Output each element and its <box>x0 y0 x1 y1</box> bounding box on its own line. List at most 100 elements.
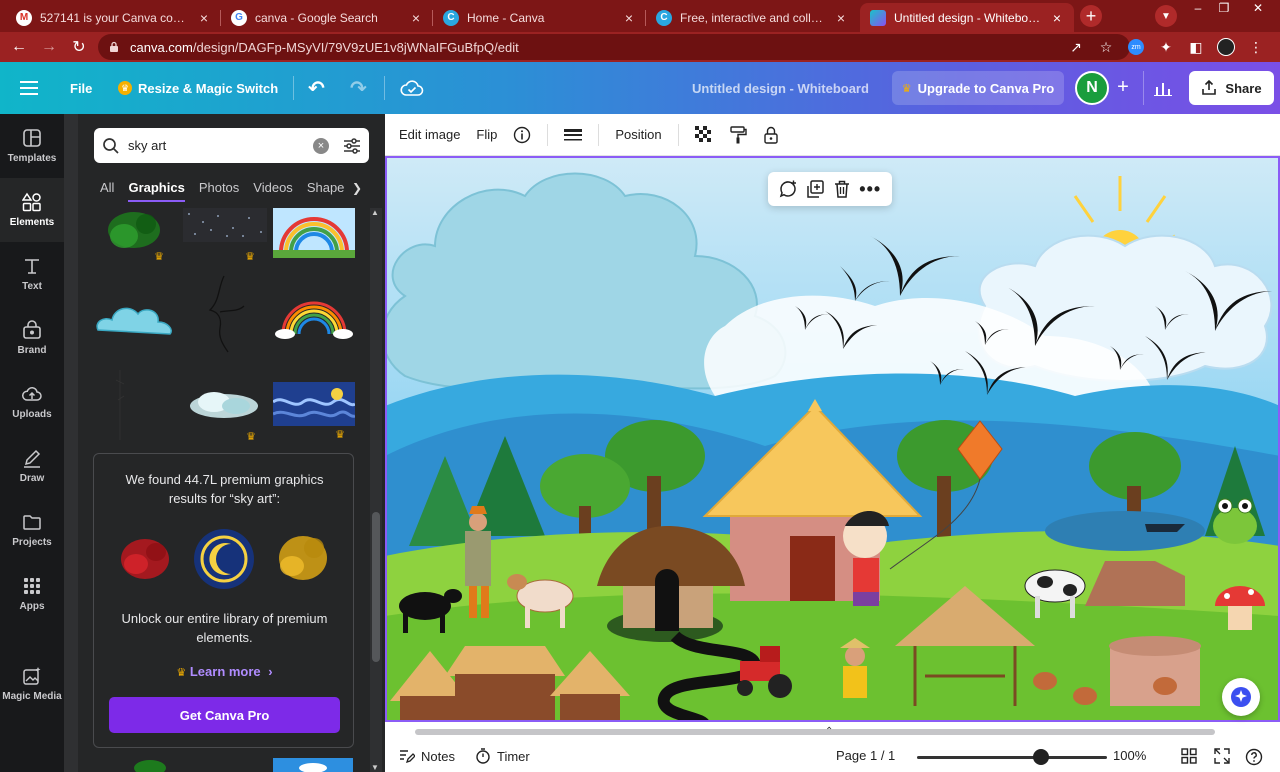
magic-assistant-button[interactable] <box>1222 678 1260 716</box>
position-button[interactable]: Position <box>615 127 661 142</box>
share-button[interactable]: Share <box>1189 71 1274 105</box>
zoom-slider-track[interactable] <box>917 756 1107 759</box>
rail-item-magic-media[interactable]: Magic Media <box>0 652 64 716</box>
rail-item-uploads[interactable]: Uploads <box>0 370 64 434</box>
edit-image-button[interactable]: Edit image <box>399 127 460 142</box>
tab-all[interactable]: All <box>100 180 114 202</box>
chevron-up-icon[interactable]: ⌃ <box>825 726 833 737</box>
window-close-icon[interactable]: ✕ <box>1244 0 1272 18</box>
insights-chart-icon[interactable] <box>1143 71 1181 105</box>
graphic-blue-cloud[interactable] <box>94 290 174 354</box>
learn-more-link[interactable]: ♛ Learn more › <box>94 664 355 679</box>
chevron-right-icon[interactable]: ❯ <box>352 181 362 195</box>
tab-photos[interactable]: Photos <box>199 180 239 202</box>
copy-style-paint-roller-icon[interactable] <box>729 125 747 144</box>
rail-item-text[interactable]: Text <box>0 242 64 306</box>
premium-moon-preview[interactable] <box>191 526 257 592</box>
zoom-level[interactable]: 100% <box>1113 748 1146 763</box>
tab-graphics[interactable]: Graphics <box>128 180 185 202</box>
reload-icon[interactable]: ↻ <box>64 32 94 62</box>
site-info-icon[interactable] <box>108 41 120 53</box>
graphic-mist-cloud[interactable]: ♛ <box>184 380 264 444</box>
graphic-bird-sketch[interactable] <box>198 272 278 353</box>
tab-shapes[interactable]: Shape <box>307 180 345 202</box>
close-icon[interactable]: × <box>197 10 211 26</box>
comment-add-icon[interactable] <box>779 180 797 198</box>
graphic-rainbow-clouds[interactable] <box>273 290 353 354</box>
undo-icon[interactable]: ↶ <box>308 74 325 102</box>
close-icon[interactable]: × <box>834 10 848 26</box>
panel-scroll-thumb[interactable] <box>372 512 380 662</box>
info-icon[interactable] <box>513 126 531 144</box>
design-canvas[interactable] <box>385 156 1280 722</box>
page-indicator[interactable]: Page 1 / 1 <box>836 748 895 763</box>
close-icon[interactable]: × <box>1050 10 1064 26</box>
extensions-puzzle-icon[interactable]: ✦ <box>1156 37 1176 57</box>
browser-tab-gmail[interactable]: M 527141 is your Canva code - real × <box>6 3 221 32</box>
file-menu-button[interactable]: File <box>70 74 92 102</box>
lock-icon[interactable] <box>763 126 779 144</box>
resize-magic-switch-button[interactable]: ♛ Resize & Magic Switch <box>118 74 278 102</box>
redo-icon[interactable]: ↷ <box>350 74 367 102</box>
forward-icon[interactable]: → <box>34 32 64 62</box>
rail-item-apps[interactable]: Apps <box>0 562 64 626</box>
restore-icon[interactable]: ❐ <box>1210 0 1238 18</box>
graphic-sky-peek[interactable] <box>273 758 353 772</box>
cloud-saved-icon[interactable] <box>400 74 424 102</box>
close-icon[interactable]: × <box>409 10 423 26</box>
back-icon[interactable]: ← <box>4 32 34 62</box>
user-avatar[interactable]: N <box>1075 71 1109 105</box>
graphic-green-peek[interactable] <box>130 758 170 772</box>
graphic-starry-texture[interactable]: ♛ <box>183 208 267 272</box>
transparency-icon[interactable] <box>694 125 713 144</box>
browser-tab-canva-free[interactable]: C Free, interactive and collaborative × <box>646 3 858 32</box>
filter-sliders-icon[interactable] <box>343 137 361 155</box>
more-options-icon[interactable]: ••• <box>859 179 881 200</box>
village-scene-illustration[interactable] <box>385 156 1280 722</box>
browser-tab-whiteboard[interactable]: Untitled design - Whiteboard × <box>860 3 1074 32</box>
graphic-rainbow-scene[interactable] <box>273 208 355 272</box>
browser-menu-icon[interactable]: ⋮ <box>1246 37 1266 57</box>
grid-view-icon[interactable] <box>1181 748 1197 764</box>
graphic-green-cloud[interactable]: ♛ <box>94 208 174 272</box>
rail-item-brand[interactable]: Brand <box>0 306 64 370</box>
new-tab-button[interactable]: + <box>1080 5 1102 27</box>
clear-search-icon[interactable]: × <box>313 137 329 154</box>
help-icon[interactable] <box>1245 748 1263 766</box>
rail-item-projects[interactable]: Projects <box>0 498 64 562</box>
close-icon[interactable]: × <box>622 10 636 26</box>
canvas-scroll-thumb[interactable] <box>415 729 1215 735</box>
graphic-crescent-moon[interactable] <box>100 360 180 440</box>
tab-videos[interactable]: Videos <box>253 180 293 202</box>
profile-avatar-icon[interactable] <box>1216 37 1236 57</box>
browser-tab-canva-home[interactable]: C Home - Canva × <box>433 3 646 32</box>
rail-item-elements[interactable]: Elements <box>0 178 64 242</box>
notes-button[interactable]: Notes <box>399 748 455 764</box>
design-title[interactable]: Untitled design - Whiteboard <box>692 81 869 96</box>
invite-plus-icon[interactable]: + <box>1112 76 1134 98</box>
upgrade-button[interactable]: ♛ Upgrade to Canva Pro <box>892 71 1064 105</box>
graphic-starry-night[interactable]: ♛ <box>272 382 356 446</box>
main-menu-icon[interactable] <box>20 74 40 102</box>
zoom-extension-icon[interactable]: zm <box>1126 37 1146 57</box>
zoom-slider-knob[interactable] <box>1032 749 1049 765</box>
rail-item-draw[interactable]: Draw <box>0 434 64 498</box>
rail-item-templates[interactable]: Templates <box>0 114 64 178</box>
browser-tab-google[interactable]: G canva - Google Search × <box>221 3 433 32</box>
border-style-icon[interactable] <box>564 128 583 142</box>
timer-button[interactable]: Timer <box>475 748 530 764</box>
elements-search-box[interactable]: × <box>94 128 369 163</box>
side-panel-icon[interactable]: ◧ <box>1186 37 1206 57</box>
minimize-icon[interactable]: – <box>1184 0 1212 18</box>
get-canva-pro-button[interactable]: Get Canva Pro <box>109 697 340 733</box>
duplicate-icon[interactable] <box>806 180 825 198</box>
premium-gold-smoke-preview[interactable] <box>270 526 336 592</box>
search-input[interactable] <box>128 138 313 153</box>
trash-icon[interactable] <box>834 180 850 198</box>
tab-search-button[interactable]: ▼ <box>1155 5 1177 27</box>
bookmark-star-icon[interactable]: ☆ <box>1096 37 1116 57</box>
fullscreen-icon[interactable] <box>1214 748 1230 764</box>
share-page-icon[interactable]: ↗ <box>1066 37 1086 57</box>
canvas-horizontal-scrollbar[interactable]: ⌃ <box>385 722 1280 742</box>
premium-red-smoke-preview[interactable] <box>112 526 178 592</box>
